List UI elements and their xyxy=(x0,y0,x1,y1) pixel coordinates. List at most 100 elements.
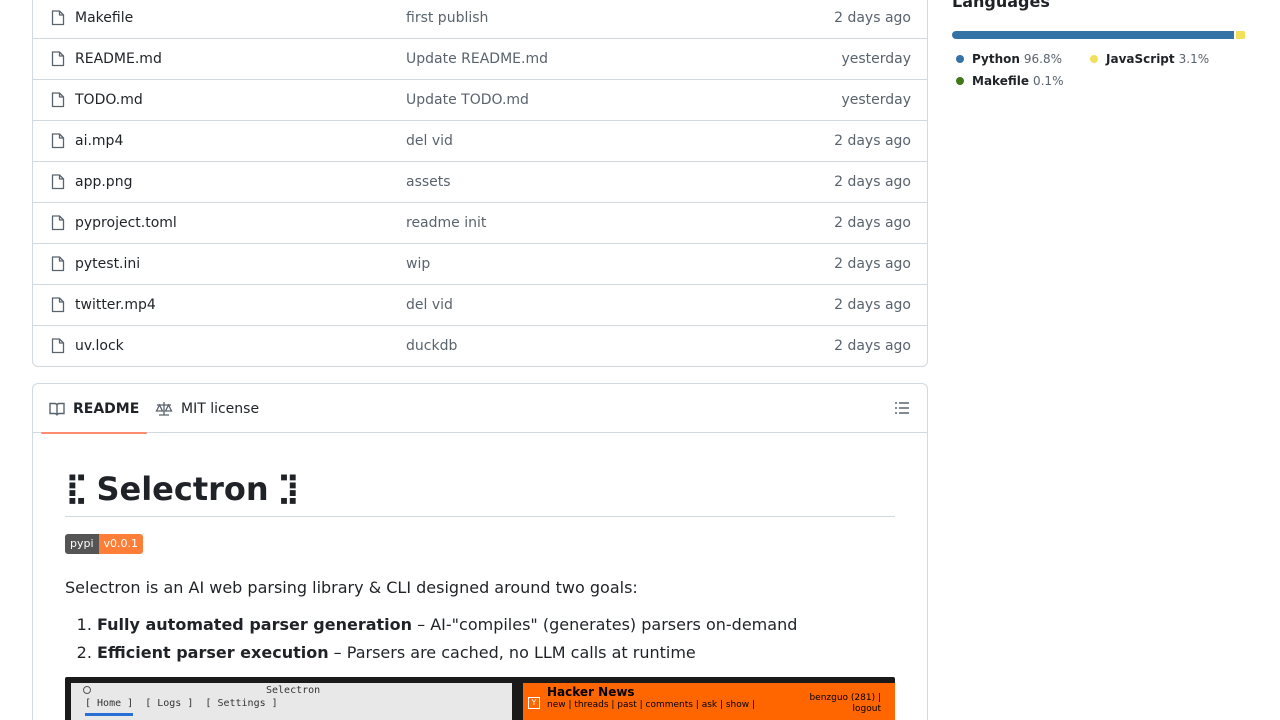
screenshot-hn-title: Hacker News xyxy=(547,685,635,699)
commit-date: 2 days ago xyxy=(834,215,911,231)
language-color-dot xyxy=(1090,55,1099,63)
languages-heading: Languages xyxy=(952,0,1050,11)
goal-title: Fully automated parser generation xyxy=(97,615,413,634)
file-name-link[interactable]: TODO.md xyxy=(75,92,143,108)
badge-label: pypi xyxy=(65,534,99,554)
file-icon xyxy=(51,92,65,108)
readme-panel: README MIT license ⣏ Selectron ⣹ pypi v0… xyxy=(32,383,928,720)
commit-message-link[interactable]: assets xyxy=(406,174,451,190)
tab-readme-label: README xyxy=(73,400,140,417)
commit-message-link[interactable]: readme init xyxy=(406,215,486,231)
file-icon xyxy=(51,9,65,25)
tab-readme[interactable]: README xyxy=(41,384,148,434)
file-icon xyxy=(51,297,65,313)
screenshot-app-title: Selectron xyxy=(266,685,321,696)
screenshot-hn-user: benzguo (281) | logout xyxy=(809,693,881,715)
intro-paragraph: Selectron is an AI web parsing library &… xyxy=(65,578,638,597)
file-icon xyxy=(51,215,65,231)
badge-version: v0.0.1 xyxy=(98,534,144,554)
hn-logout: logout xyxy=(852,704,881,714)
screenshot-hn-pane: Y Hacker News new | threads | past | com… xyxy=(523,683,895,720)
commit-message-link[interactable]: Update README.md xyxy=(406,51,548,67)
commit-date: 2 days ago xyxy=(834,174,911,190)
language-name: JavaScript xyxy=(1106,52,1175,66)
readme-tabs: README MIT license xyxy=(33,384,927,434)
tab-license[interactable]: MIT license xyxy=(155,384,259,433)
file-name-link[interactable]: pytest.ini xyxy=(75,256,140,272)
braille-glyph-left: ⣏ xyxy=(65,471,89,506)
screenshot-hn-nav: new | threads | past | comments | ask | … xyxy=(547,700,756,710)
commit-date: yesterday xyxy=(841,51,911,67)
table-row[interactable]: pytest.ini wip 2 days ago xyxy=(33,243,927,284)
languages-section: Languages Python 96.8% JavaScript 3.1% Makef… xyxy=(952,0,1248,92)
pypi-badge[interactable]: pypi v0.0.1 xyxy=(65,534,144,554)
scale-icon xyxy=(155,401,173,416)
file-name-link[interactable]: README.md xyxy=(75,51,162,67)
table-row[interactable]: twitter.mp4 del vid 2 days ago xyxy=(33,284,927,325)
table-row[interactable]: README.md Update README.md yesterday xyxy=(33,38,927,79)
file-table: Makefile first publish 2 days ago README.md… xyxy=(32,0,928,367)
table-row[interactable]: app.png assets 2 days ago xyxy=(33,161,927,202)
commit-message-link[interactable]: wip xyxy=(406,256,430,272)
table-row[interactable]: Makefile first publish 2 days ago xyxy=(33,0,927,38)
list-item: Fully automated parser generation – AI-"… xyxy=(97,613,895,641)
table-row[interactable]: uv.lock duckdb 2 days ago xyxy=(33,325,927,366)
goal-description: – AI-"compiles" (generates) parsers on-d… xyxy=(412,615,798,634)
hn-logo-icon: Y xyxy=(528,697,540,709)
file-icon xyxy=(51,174,65,190)
commit-date: 2 days ago xyxy=(834,256,911,272)
file-name-link[interactable]: twitter.mp4 xyxy=(75,297,156,313)
language-name: Makefile xyxy=(972,74,1029,88)
commit-date: 2 days ago xyxy=(834,9,911,26)
commit-message-link[interactable]: del vid xyxy=(406,133,453,149)
table-row[interactable]: ai.mp4 del vid 2 days ago xyxy=(33,120,927,161)
book-icon xyxy=(49,402,65,416)
commit-message-link[interactable]: duckdb xyxy=(406,338,457,354)
file-icon xyxy=(51,133,65,149)
language-color-dot xyxy=(956,77,964,85)
circle-icon xyxy=(83,686,91,694)
language-item[interactable]: Python 96.8% xyxy=(952,48,1062,70)
commit-date: yesterday xyxy=(841,92,911,108)
project-title: Selectron xyxy=(96,469,269,508)
language-name: Python xyxy=(972,52,1020,66)
file-name-link[interactable]: ai.mp4 xyxy=(75,133,123,149)
commit-message-link[interactable]: del vid xyxy=(406,297,453,313)
table-row[interactable]: pyproject.toml readme init 2 days ago xyxy=(33,202,927,243)
active-tab-indicator xyxy=(41,432,148,434)
language-color-dot xyxy=(956,55,964,63)
file-name-link[interactable]: app.png xyxy=(75,174,132,190)
file-icon xyxy=(51,51,65,67)
outline-list-icon[interactable] xyxy=(894,400,910,416)
commit-message-link[interactable]: first publish xyxy=(406,10,488,26)
file-name-link[interactable]: pyproject.toml xyxy=(75,215,177,231)
screenshot-app-tabs: [ Home ] [ Logs ] [ Settings ] xyxy=(85,698,278,709)
language-list: Python 96.8% JavaScript 3.1% Makefile 0.1% xyxy=(952,48,1252,92)
file-name-link[interactable]: uv.lock xyxy=(75,338,124,354)
file-icon xyxy=(51,256,65,272)
language-bar-segment xyxy=(952,31,1234,39)
language-bar-segment xyxy=(1235,31,1245,39)
readme-screenshot: Selectron [ Home ] [ Logs ] [ Settings ]… xyxy=(65,677,895,720)
commit-date: 2 days ago xyxy=(834,133,911,149)
goal-description: – Parsers are cached, no LLM calls at ru… xyxy=(328,643,696,662)
file-name-link[interactable]: Makefile xyxy=(75,10,133,26)
screenshot-app-pane: Selectron [ Home ] [ Logs ] [ Settings ] xyxy=(71,683,512,720)
commit-message-link[interactable]: Update TODO.md xyxy=(406,92,529,108)
language-bar xyxy=(952,31,1247,39)
language-item[interactable]: Makefile 0.1% xyxy=(952,70,1063,92)
goal-title: Efficient parser execution xyxy=(97,643,329,662)
list-item: Efficient parser execution – Parsers are… xyxy=(97,641,895,669)
hn-username: benzguo (281) | xyxy=(809,693,881,703)
commit-date: 2 days ago xyxy=(834,338,911,354)
readme-heading: ⣏ Selectron ⣹ xyxy=(65,469,895,517)
tab-license-label: MIT license xyxy=(181,400,260,417)
braille-glyph-right: ⣹ xyxy=(276,471,301,506)
language-item[interactable]: JavaScript 3.1% xyxy=(1086,48,1209,70)
goals-list: Fully automated parser generation – AI-"… xyxy=(65,613,895,669)
table-row[interactable]: TODO.md Update TODO.md yesterday xyxy=(33,79,927,120)
file-icon xyxy=(51,338,65,354)
readme-content: ⣏ Selectron ⣹ pypi v0.0.1 Selectron is a… xyxy=(33,469,927,720)
language-percent: 96.8% xyxy=(1023,52,1063,66)
language-percent: 3.1% xyxy=(1178,52,1210,66)
